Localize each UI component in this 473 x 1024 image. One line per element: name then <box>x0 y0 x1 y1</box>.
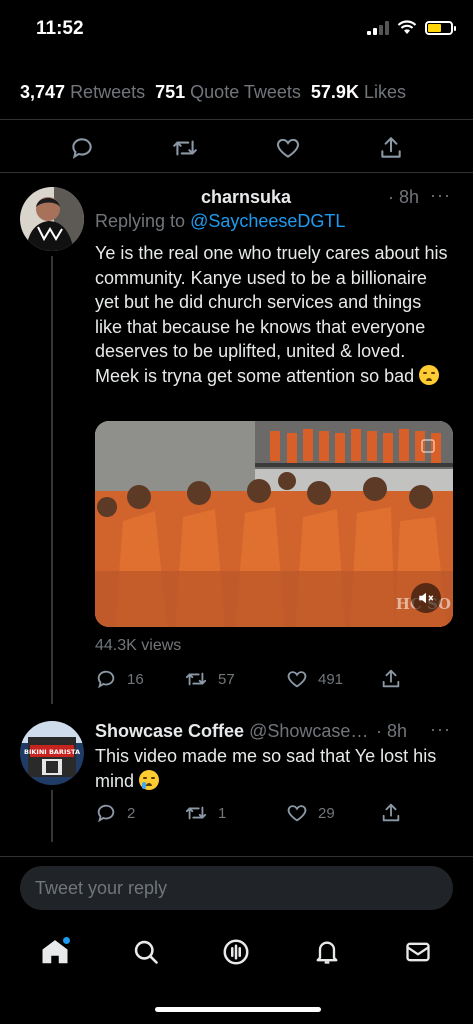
share-button[interactable] <box>380 668 402 690</box>
retweet-count: 57 <box>218 670 235 688</box>
like-button[interactable]: 29 <box>286 802 380 824</box>
reply-button[interactable]: 2 <box>95 802 184 824</box>
divider <box>0 172 473 173</box>
messages-icon <box>406 942 430 962</box>
reply-author-name[interactable]: Showcase Coffee <box>95 721 244 741</box>
crying-face-emoji <box>139 769 160 790</box>
avatar[interactable]: BIKINI BARISTA <box>20 721 84 785</box>
reply-icon <box>71 138 92 159</box>
yawning-face-emoji <box>419 364 440 385</box>
reply-author-handle[interactable]: @Showcase… <box>249 721 368 741</box>
avatar[interactable] <box>20 187 84 251</box>
divider <box>0 856 473 857</box>
bottom-tab-bar <box>0 924 473 980</box>
retweet-icon <box>173 140 197 156</box>
share-button[interactable] <box>380 802 402 824</box>
share-icon <box>381 137 402 158</box>
mention-link[interactable]: @SaycheeseDGTL <box>190 211 345 231</box>
share-icon <box>382 803 400 822</box>
like-count: 29 <box>318 804 335 822</box>
reply-count: 2 <box>127 804 136 822</box>
share-icon <box>382 669 400 688</box>
like-button[interactable]: 491 <box>286 668 380 690</box>
retweet-icon <box>185 672 207 686</box>
reply-count: 16 <box>127 670 144 688</box>
reply-button[interactable]: 16 <box>95 668 184 690</box>
media-badge-icon <box>421 439 435 453</box>
replying-to: Replying to @SaycheeseDGTL <box>95 211 346 231</box>
thread-line <box>51 256 53 704</box>
more-options-button[interactable]: ··· <box>430 719 451 740</box>
reply-icon <box>97 804 115 823</box>
reply-composer[interactable] <box>20 866 453 910</box>
more-options-button[interactable]: ··· <box>430 185 451 206</box>
tab-home[interactable] <box>33 930 77 974</box>
mute-button[interactable] <box>411 583 441 613</box>
status-time: 11:52 <box>36 18 84 39</box>
reply-author-name[interactable]: charnsuka <box>201 187 291 208</box>
retweet-icon <box>185 806 207 820</box>
reply-button[interactable] <box>64 130 100 166</box>
likes-stat[interactable]: 57.9K Likes <box>311 82 406 103</box>
tab-spaces[interactable] <box>214 930 258 974</box>
reply-icon <box>97 670 115 689</box>
reply-time: · 8h <box>388 187 420 207</box>
like-icon <box>277 138 300 158</box>
tweet-action-row <box>0 130 473 166</box>
divider <box>0 119 473 120</box>
like-count: 491 <box>318 670 344 688</box>
home-indicator[interactable] <box>155 1007 321 1012</box>
reply-author[interactable]: Showcase Coffee @Showcase… <box>95 721 368 742</box>
view-count: 44.3K views <box>95 637 182 654</box>
tab-notifications[interactable] <box>305 930 349 974</box>
cellular-signal-icon <box>367 20 389 35</box>
engagement-stats: 3,747 Retweets 751 Quote Tweets 57.9K Li… <box>20 82 406 103</box>
thread-line <box>51 790 53 842</box>
reply-metrics: 16 57 491 <box>95 668 402 690</box>
tweet-reply-input[interactable] <box>35 877 453 899</box>
tab-search[interactable] <box>124 930 168 974</box>
search-icon <box>134 940 158 964</box>
wifi-icon <box>397 20 417 34</box>
battery-icon <box>425 20 456 35</box>
reply-text: This video made me so sad that Ye lost h… <box>95 746 437 791</box>
spaces-icon <box>223 939 249 965</box>
like-icon <box>287 805 307 822</box>
notifications-icon <box>316 941 338 964</box>
reply-metrics: 2 1 29 <box>95 802 402 824</box>
reply-text: Ye is the real one who truely cares abou… <box>95 243 448 386</box>
retweet-button[interactable]: 57 <box>184 668 286 690</box>
like-button[interactable] <box>270 130 306 166</box>
like-icon <box>287 671 307 688</box>
reply-time: · 8h <box>376 721 408 741</box>
tab-messages[interactable] <box>396 930 440 974</box>
retweet-count: 1 <box>218 804 227 822</box>
video-player[interactable]: HC SO <box>95 421 453 627</box>
quote-tweets-stat[interactable]: 751 Quote Tweets <box>155 82 301 103</box>
muted-speaker-icon <box>419 592 434 604</box>
retweets-stat[interactable]: 3,747 Retweets <box>20 82 145 103</box>
share-button[interactable] <box>373 130 409 166</box>
status-bar: 11:52 <box>0 0 473 58</box>
retweet-button[interactable]: 1 <box>184 802 286 824</box>
avatar-sign-text: BIKINI BARISTA <box>24 748 80 756</box>
retweet-button[interactable] <box>167 130 203 166</box>
